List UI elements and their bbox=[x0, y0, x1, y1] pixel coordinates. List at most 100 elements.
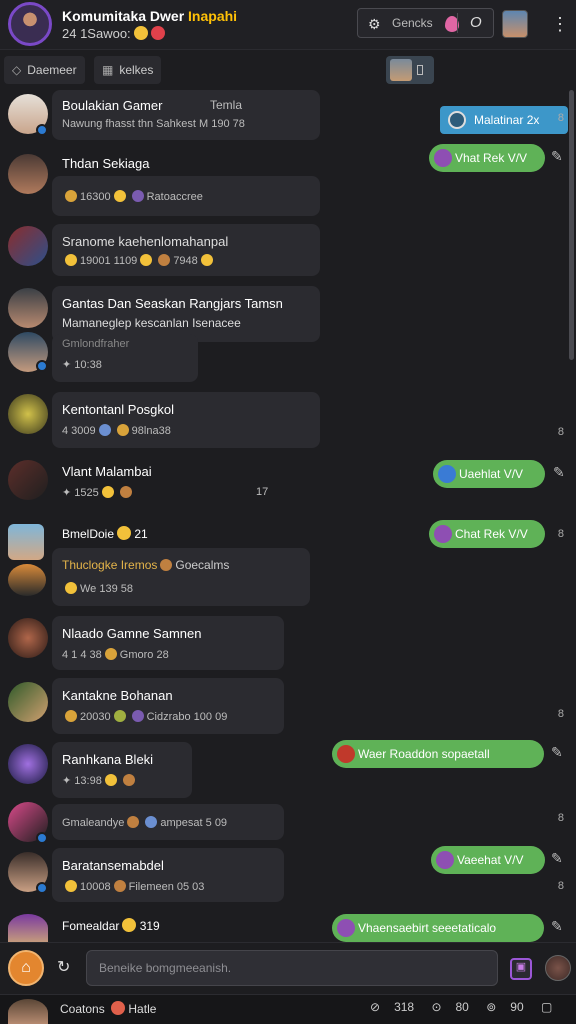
profile-avatar[interactable] bbox=[8, 999, 48, 1024]
list-item[interactable]: Vlant Malambai ✦ 1525 17 bbox=[52, 456, 280, 506]
emoji-icon bbox=[117, 526, 132, 540]
refresh-icon[interactable]: ↻ bbox=[57, 957, 70, 977]
smile-emoji-icon bbox=[133, 26, 148, 40]
group-avatar[interactable] bbox=[8, 2, 52, 46]
member-count: 24 1Sawoo: bbox=[62, 26, 165, 41]
avatar-secondary[interactable] bbox=[8, 564, 46, 596]
search-filter-pill[interactable]: ⚙ Gencks O bbox=[357, 8, 494, 38]
quick-action-button[interactable]: Vaeehat V/V bbox=[431, 846, 545, 874]
attach-icon[interactable]: ▣ bbox=[510, 958, 532, 980]
message-field[interactable] bbox=[87, 951, 497, 985]
title-text: Komumitaka Dwer bbox=[62, 8, 189, 24]
unread-count: 8 bbox=[557, 112, 564, 124]
avatar[interactable] bbox=[8, 744, 48, 784]
action-label: Vhaensaebirt seeetaticalo bbox=[358, 921, 497, 935]
unread-count: 8 bbox=[557, 528, 564, 540]
chat-name: BmelDoie bbox=[62, 527, 115, 541]
avatar[interactable] bbox=[8, 394, 48, 434]
list-item[interactable]: Boulakian Gamer Temla Nawung fhasst thn … bbox=[52, 90, 320, 140]
list-item[interactable]: Kentontanl Posgkol 4 3009 98lna38 bbox=[52, 392, 320, 448]
list-item[interactable]: Fomealdar 319 bbox=[52, 910, 212, 942]
link-icon[interactable]: ⊘ bbox=[370, 1000, 380, 1014]
list-item[interactable]: Kantakne Bohanan 20030 Cidzrabo 100 09 bbox=[52, 678, 284, 734]
bottom-icons: ⊘ 318 ⊙ 80 ⊚ 90 ▢ bbox=[370, 1000, 566, 1014]
user-avatar[interactable] bbox=[502, 10, 528, 38]
sub-toolbar: ◇ Daemeer ▦ kelkes Malatinar 2x bbox=[0, 50, 576, 134]
kebab-menu-icon[interactable]: ⋮ bbox=[551, 14, 569, 35]
chat-extra: ampesat bbox=[160, 817, 203, 829]
quick-action-button[interactable]: Vhaensaebirt seeetaticalo bbox=[332, 914, 544, 942]
action-icon bbox=[434, 149, 452, 167]
clock-icon[interactable]: ⊙ bbox=[431, 1000, 441, 1014]
avatar[interactable] bbox=[8, 682, 48, 722]
send-avatar[interactable] bbox=[545, 955, 571, 981]
edit-icon[interactable]: ✎ bbox=[551, 148, 563, 165]
chat-preview: Nawung fhasst thn Sahkest M bbox=[62, 118, 209, 130]
list-item[interactable]: Ranhkana Bleki ✦ 13:98 bbox=[52, 742, 192, 798]
verified-badge-icon bbox=[36, 832, 48, 844]
avatar[interactable] bbox=[8, 460, 48, 500]
scrollbar[interactable] bbox=[569, 90, 574, 360]
list-item[interactable]: Thuclogke Iremos Goecalms We 139 58 bbox=[52, 548, 310, 606]
file-icon bbox=[417, 65, 423, 75]
list-item[interactable]: Baratansemabdel 10008 Filemeen 05 03 bbox=[52, 848, 284, 902]
list-item[interactable]: 16300 Ratoaccree bbox=[52, 176, 320, 216]
chat-preview: 1525 bbox=[74, 487, 99, 499]
chip-kelkes[interactable]: ▦ kelkes bbox=[94, 56, 162, 84]
list-item[interactable]: Nlaado Gamne Samnen 4 1 4 38 Gmoro 28 bbox=[52, 616, 284, 670]
chat-name-row: Thdan Sekiaga bbox=[52, 150, 262, 176]
app-window: Komumitaka Dwer Inapahi 24 1Sawoo: ⚙ Gen… bbox=[0, 0, 576, 1024]
chat-preview: 20030 bbox=[80, 711, 111, 723]
stat-value: 318 bbox=[394, 1000, 415, 1014]
avatar[interactable] bbox=[8, 618, 48, 658]
subtitle-text: 24 1Sawoo: bbox=[62, 26, 131, 41]
home-icon[interactable]: ⌂ bbox=[8, 950, 44, 986]
chip-label: kelkes bbox=[119, 63, 154, 77]
bottom-label-text-2: Hatle bbox=[128, 1002, 157, 1016]
list-item[interactable]: Gmaleandye ampesat 5 09 bbox=[52, 804, 284, 840]
avatar[interactable] bbox=[8, 226, 48, 266]
edit-icon[interactable]: ✎ bbox=[553, 464, 565, 481]
unread-count: 8 bbox=[557, 426, 564, 438]
chat-extra: Cidzrabo 100 09 bbox=[146, 711, 228, 723]
emoji-icon bbox=[113, 190, 126, 202]
title-accent-text: Inapahi bbox=[188, 8, 238, 24]
quick-action-button[interactable]: Uaehlat V/V bbox=[433, 460, 545, 488]
emoji-icon bbox=[104, 648, 117, 660]
avatar[interactable] bbox=[8, 154, 48, 194]
action-icon bbox=[337, 745, 355, 763]
grid-icon: ▦ bbox=[102, 63, 114, 77]
bottom-label: Coatons Hatle bbox=[60, 1001, 156, 1016]
emoji-icon bbox=[101, 486, 114, 498]
list-item[interactable]: Sranome kaehenlomahanpal 19001 1109 7948 bbox=[52, 224, 320, 276]
message-input[interactable] bbox=[86, 950, 498, 986]
unread-count: 8 bbox=[557, 812, 564, 824]
chat-count: 21 bbox=[134, 527, 148, 541]
heart-emoji-icon bbox=[150, 26, 165, 40]
media-thumbnail[interactable] bbox=[386, 56, 434, 84]
quick-action-button[interactable]: Vhat Rek V/V bbox=[429, 144, 545, 172]
quick-action-button[interactable]: Waer Roaddon sopaetall bbox=[332, 740, 544, 768]
edit-icon[interactable]: ✎ bbox=[551, 850, 563, 867]
action-label: Vaeehat V/V bbox=[457, 853, 524, 867]
chat-preview: 10008 bbox=[80, 881, 111, 893]
action-label: Chat Rek V/V bbox=[455, 527, 528, 541]
gear-icon[interactable]: ⚙ bbox=[368, 16, 381, 33]
window-icon[interactable]: ▢ bbox=[541, 1000, 552, 1014]
chip-daemeer[interactable]: ◇ Daemeer bbox=[4, 56, 85, 84]
emoji-icon bbox=[65, 880, 77, 892]
quick-action-button[interactable]: Chat Rek V/V bbox=[429, 520, 545, 548]
edit-icon[interactable]: ✎ bbox=[551, 744, 563, 761]
pin-icon: ✦ bbox=[62, 775, 72, 787]
emoji-icon bbox=[140, 254, 153, 266]
avatar[interactable] bbox=[8, 524, 44, 560]
list-item[interactable]: Gmlondfraher ✦ 10:38 bbox=[52, 334, 198, 382]
avatar[interactable] bbox=[8, 288, 48, 328]
refresh-icon[interactable]: O bbox=[470, 14, 482, 31]
refresh-icon[interactable]: ⊚ bbox=[486, 1000, 496, 1014]
avatar[interactable] bbox=[8, 914, 48, 942]
chat-name: Sranome kaehenlomahanpal bbox=[62, 234, 229, 249]
edit-icon[interactable]: ✎ bbox=[551, 918, 563, 935]
chat-name: Thdan Sekiaga bbox=[62, 156, 150, 171]
chat-extra: 7948 bbox=[173, 255, 198, 267]
